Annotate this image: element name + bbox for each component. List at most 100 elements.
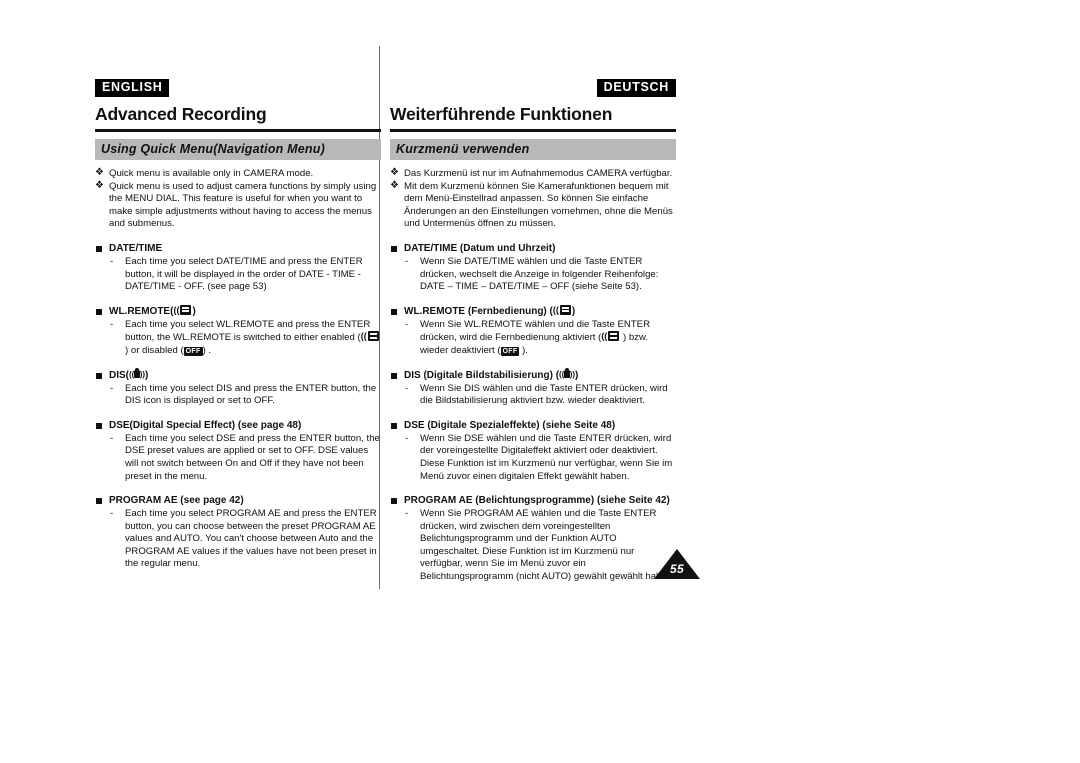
english-block-wlremote-heading-text: WL.REMOTE [109, 305, 171, 317]
diamond-bullet-icon: ❖ [390, 167, 399, 178]
english-language-tag: ENGLISH [95, 79, 170, 97]
dash-marker: - [405, 318, 409, 330]
english-column: ENGLISH Advanced Recording Using Quick M… [95, 78, 381, 571]
german-block-datetime-heading-text: DATE/TIME (Datum und Uhrzeit) [404, 242, 556, 254]
english-block-programae-text: Each time you select PROGRAM AE and pres… [125, 508, 377, 570]
german-intro-item-1: ❖ Das Kurzmenü ist nur im Aufnahmemodus … [390, 167, 676, 181]
german-intro-text-1: Das Kurzmenü ist nur im Aufnahmemodus CA… [404, 168, 673, 179]
english-block-wlremote-body: - Each time you select WL.REMOTE and pre… [95, 319, 381, 358]
english-block-dse-heading: DSE(Digital Special Effect) (see page 48… [95, 419, 381, 432]
dash-marker: - [110, 318, 114, 330]
off-badge-icon: OFF [500, 346, 520, 356]
remote-icon: (( [552, 304, 572, 316]
english-block-wlremote-heading: WL.REMOTE((() [95, 304, 381, 318]
german-block-wlremote-heading: WL.REMOTE (Fernbedienung) ((() [390, 304, 676, 318]
english-body: ❖ Quick menu is available only in CAMERA… [95, 167, 381, 571]
manual-page: ENGLISH Advanced Recording Using Quick M… [0, 0, 1080, 763]
english-block-wlremote-text: Each time you select WL.REMOTE and press… [125, 319, 381, 358]
english-block-dse: DSE(Digital Special Effect) (see page 48… [95, 419, 381, 483]
german-block-dse-heading: DSE (Digitale Spezialeffekte) (siehe Sei… [390, 419, 676, 432]
german-block-wlremote: WL.REMOTE (Fernbedienung) ((() - Wenn Si… [390, 304, 676, 358]
dash-marker: - [110, 508, 114, 520]
english-block-dse-heading-text: DSE(Digital Special Effect) (see page 48… [109, 419, 302, 431]
german-block-dis-text: Wenn Sie DIS wählen und die Taste ENTER … [420, 382, 668, 407]
page-number-text: 55 [670, 562, 684, 576]
dash-marker: - [405, 508, 409, 520]
wlremote-text-post: ). [519, 344, 528, 356]
german-block-datetime-text: Wenn Sie DATE/TIME wählen und die Taste … [420, 255, 659, 293]
english-section-title: Using Quick Menu(Navigation Menu) [95, 139, 381, 160]
remote-wave-icon: (( [601, 331, 608, 342]
german-language-row: DEUTSCH [390, 78, 676, 100]
german-block-dis-heading: DIS (Digitale Bildstabilisierung) ((())) [390, 367, 676, 382]
diamond-bullet-icon: ❖ [95, 179, 104, 191]
german-body: ❖ Das Kurzmenü ist nur im Aufnahmemodus … [390, 167, 676, 584]
remote-wave-icon: (( [552, 304, 559, 315]
english-intro-text-2: Quick menu is used to adjust camera func… [109, 180, 377, 230]
english-intro-item-1: ❖ Quick menu is available only in CAMERA… [95, 167, 381, 181]
english-block-programae: PROGRAM AE (see page 42) - Each time you… [95, 494, 381, 571]
remote-body-icon [608, 331, 620, 342]
dis-icon: (()) [559, 367, 575, 380]
dash-marker: - [405, 255, 409, 267]
remote-icon: (( [173, 304, 192, 316]
dash-marker: - [110, 432, 114, 444]
paren-close: ) [145, 369, 149, 381]
remote-body-icon [559, 304, 571, 315]
english-intro-item-2: ❖ Quick menu is used to adjust camera fu… [95, 179, 381, 231]
dash-marker: - [405, 382, 409, 394]
remote-body-icon [367, 331, 379, 342]
german-language-tag: DEUTSCH [596, 79, 676, 97]
dash-marker: - [110, 382, 114, 394]
square-bullet-icon [391, 308, 397, 315]
german-block-wlremote-heading-text: WL.REMOTE (Fernbedienung) [404, 305, 547, 317]
german-intro-text-2: Mit dem Kurzmenü können Sie Kamerafunkti… [404, 180, 673, 230]
german-block-dse: DSE (Digitale Spezialeffekte) (siehe Sei… [390, 419, 676, 483]
dash-marker: - [405, 432, 409, 444]
english-block-programae-body: - Each time you select PROGRAM AE and pr… [95, 508, 381, 571]
english-block-dse-body: - Each time you select DSE and press the… [95, 433, 381, 483]
paren-close: ) [192, 305, 196, 317]
square-bullet-icon [96, 372, 102, 379]
german-block-dis: DIS (Digitale Bildstabilisierung) ((()))… [390, 367, 676, 408]
square-bullet-icon [391, 422, 397, 429]
wlremote-text-pre: Each time you select WL.REMOTE and press… [125, 318, 371, 344]
german-title-rule [390, 129, 676, 132]
german-section-title: Kurzmenü verwenden [390, 139, 676, 160]
english-block-wlremote: WL.REMOTE((() - Each time you select WL.… [95, 304, 381, 358]
german-block-programae: PROGRAM AE (Belichtungsprogramme) (siehe… [390, 494, 676, 584]
german-chapter-title: Weiterführende Funktionen [390, 104, 613, 124]
german-block-programae-heading: PROGRAM AE (Belichtungsprogramme) (siehe… [390, 494, 676, 507]
english-block-dis-body: - Each time you select DIS and press the… [95, 383, 381, 408]
square-bullet-icon [391, 372, 397, 379]
german-block-datetime-heading: DATE/TIME (Datum und Uhrzeit) [390, 242, 676, 255]
english-block-dse-text: Each time you select DSE and press the E… [125, 432, 380, 482]
german-block-programae-heading-text: PROGRAM AE (Belichtungsprogramme) (siehe… [404, 495, 670, 507]
dash-marker: - [110, 255, 114, 267]
wlremote-text-post: ) . [202, 344, 212, 356]
square-bullet-icon [391, 498, 397, 505]
remote-wave-icon: (( [360, 331, 367, 342]
german-block-datetime: DATE/TIME (Datum und Uhrzeit) - Wenn Sie… [390, 242, 676, 294]
wlremote-text-mid: ) or disabled ( [125, 344, 184, 356]
remote-icon: (( [361, 331, 380, 342]
remote-body-icon [180, 304, 192, 315]
diamond-bullet-icon: ❖ [390, 179, 399, 191]
english-title-rule [95, 129, 381, 132]
off-badge-icon: OFF [183, 346, 203, 356]
square-bullet-icon [96, 245, 102, 252]
english-block-datetime-heading: DATE/TIME [95, 242, 381, 255]
remote-wave-icon: (( [173, 304, 180, 315]
english-block-programae-heading: PROGRAM AE (see page 42) [95, 494, 381, 507]
german-block-wlremote-body: - Wenn Sie WL.REMOTE wählen und die Tast… [390, 319, 676, 358]
english-block-datetime: DATE/TIME - Each time you select DATE/TI… [95, 242, 381, 294]
german-block-dse-body: - Wenn Sie DSE wählen und die Taste ENTE… [390, 433, 676, 483]
english-language-row: ENGLISH [95, 78, 381, 100]
square-bullet-icon [96, 308, 102, 315]
german-intro-item-2: ❖ Mit dem Kurzmenü können Sie Kamerafunk… [390, 179, 676, 231]
remote-icon: (( [601, 331, 620, 342]
square-bullet-icon [96, 498, 102, 505]
german-block-dse-heading-text: DSE (Digitale Spezialeffekte) (siehe Sei… [404, 419, 616, 431]
page-number-badge: 55 [654, 549, 700, 579]
german-block-datetime-body: - Wenn Sie DATE/TIME wählen und die Tast… [390, 256, 676, 294]
